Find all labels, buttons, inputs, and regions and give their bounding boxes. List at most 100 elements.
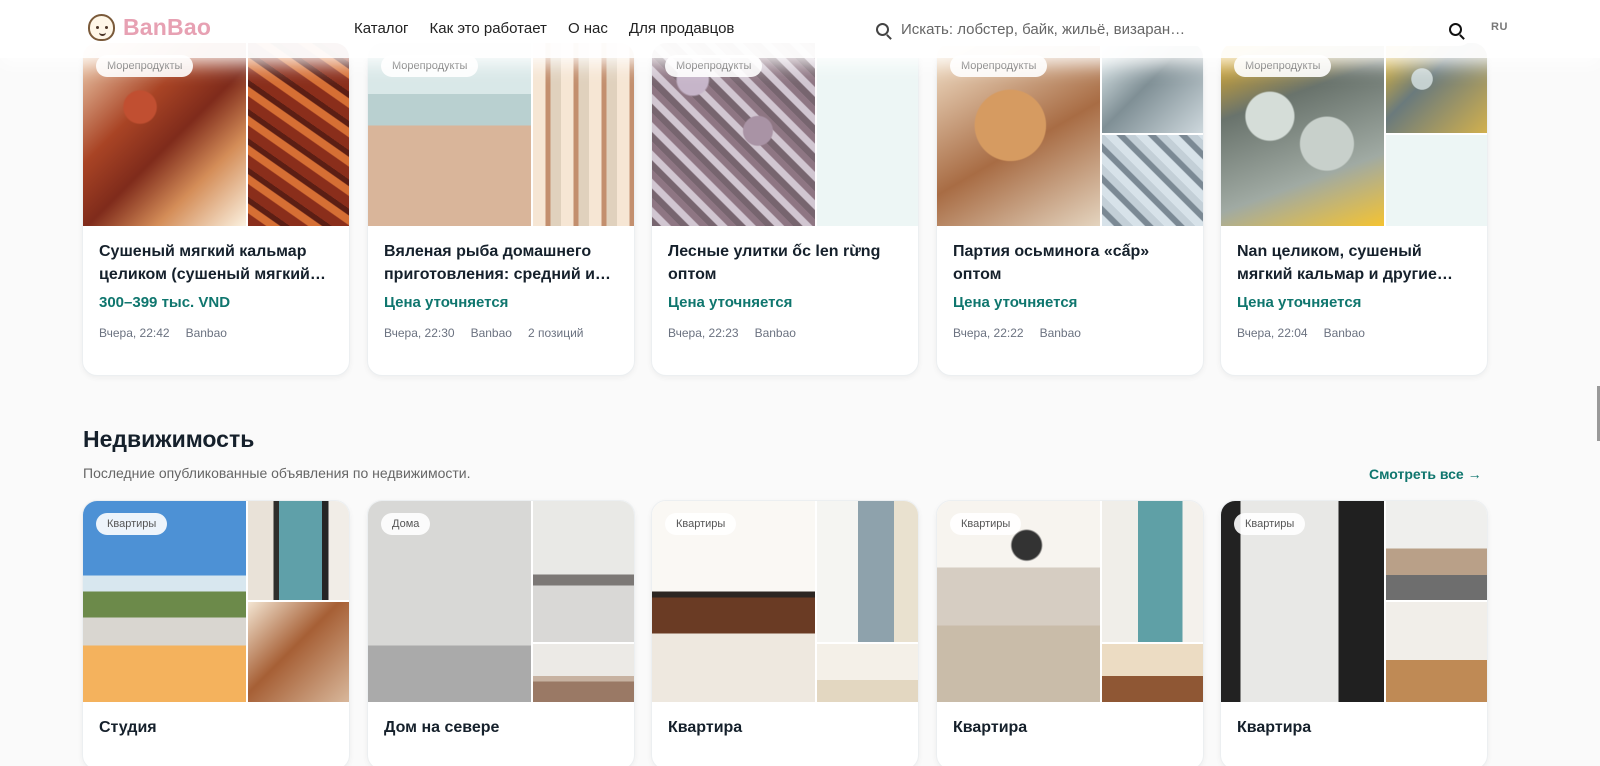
listing-meta: Вчера, 22:30 Banbao 2 позиций: [384, 326, 618, 340]
property-card[interactable]: Дома Дом на севере: [367, 500, 635, 766]
listing-card[interactable]: Морепродукты Сушеный мягкий кальмар цели…: [82, 42, 350, 376]
nav-how-it-works[interactable]: Как это работает: [430, 20, 547, 37]
listing-seller: Banbao: [754, 326, 796, 340]
site-header: BanBao Каталог Как это работает О нас Дл…: [0, 0, 1600, 58]
listing-time: Вчера, 22:30: [384, 326, 455, 340]
listing-card-body: Вяленая рыба домашнего приготовления: ср…: [368, 226, 634, 355]
listing-side-placeholder: [817, 43, 918, 226]
listing-price: Цена уточняется: [1237, 294, 1362, 311]
listing-seller: Banbao: [1323, 326, 1365, 340]
listing-photo-grid[interactable]: Морепродукты: [652, 43, 918, 226]
nav-about[interactable]: О нас: [568, 20, 608, 37]
page: BanBao Каталог Как это работает О нас Дл…: [0, 0, 1600, 766]
listing-price: Цена уточняется: [668, 294, 793, 311]
listing-meta: Вчера, 22:23 Banbao: [668, 326, 902, 340]
property-title[interactable]: Квартира: [953, 716, 1187, 739]
property-photo-grid[interactable]: Квартиры: [1221, 501, 1487, 702]
search-submit-icon[interactable]: [1449, 22, 1462, 36]
listing-card[interactable]: Морепродукты Партия осьминога «сấp» опто…: [936, 42, 1204, 376]
listing-seller: Banbao: [185, 326, 227, 340]
property-photo-grid[interactable]: Квартиры: [652, 501, 918, 702]
property-photo-grid[interactable]: Квартиры: [937, 501, 1203, 702]
property-card-body: Квартира: [652, 702, 918, 754]
logo-link[interactable]: BanBao: [88, 14, 211, 41]
language-switcher[interactable]: RU: [1491, 21, 1508, 33]
listing-title[interactable]: Сушеный мягкий кальмар целиком (сушеный …: [99, 240, 333, 286]
section-title: Недвижимость: [83, 426, 255, 452]
nav-for-sellers[interactable]: Для продавцов: [629, 20, 734, 37]
property-side-photo-bottom: [533, 644, 634, 702]
property-side-photo-top: [1102, 501, 1203, 642]
category-badge: Квартиры: [96, 513, 168, 535]
property-title[interactable]: Студия: [99, 716, 333, 739]
listing-title[interactable]: Nan целиком, сушеный мягкий кальмар и др…: [1237, 240, 1471, 286]
listing-title[interactable]: Вяленая рыба домашнего приготовления: ср…: [384, 240, 618, 286]
property-title[interactable]: Квартира: [1237, 716, 1471, 739]
listing-time: Вчера, 22:04: [1237, 326, 1308, 340]
listing-photo-grid[interactable]: Морепродукты: [83, 43, 349, 226]
category-badge: Морепродукты: [381, 55, 479, 77]
listing-side-photo-bottom: [1102, 135, 1203, 226]
listing-time: Вчера, 22:23: [668, 326, 739, 340]
listing-title[interactable]: Партия осьминога «сấp» оптом: [953, 240, 1187, 286]
listing-seller: Banbao: [1039, 326, 1081, 340]
bao-logo-icon: [88, 14, 115, 41]
section-subtitle: Последние опубликованные объявления по н…: [83, 465, 471, 481]
property-photo-grid[interactable]: Дома: [368, 501, 634, 702]
property-side-photo-bottom: [248, 602, 349, 702]
property-photo-grid[interactable]: Квартиры: [83, 501, 349, 702]
property-title[interactable]: Квартира: [668, 716, 902, 739]
listing-card-body: Лесные улитки ốc len rừng оптом Цена уто…: [652, 226, 918, 355]
listing-card-body: Партия осьминога «сấp» оптом Цена уточня…: [937, 226, 1203, 355]
category-badge: Дома: [381, 513, 431, 535]
category-badge: Квартиры: [950, 513, 1022, 535]
property-side-photo-top: [533, 501, 634, 642]
listing-card[interactable]: Морепродукты Вяленая рыба домашнего приг…: [367, 42, 635, 376]
listing-card[interactable]: Морепродукты Nan целиком, сушеный мягкий…: [1220, 42, 1488, 376]
listing-photo-grid[interactable]: Морепродукты: [368, 43, 634, 226]
category-badge: Морепродукты: [96, 55, 194, 77]
property-card[interactable]: Квартиры Квартира: [936, 500, 1204, 766]
see-all-link[interactable]: Смотреть все →: [1369, 466, 1482, 482]
listing-time: Вчера, 22:42: [99, 326, 170, 340]
listing-card[interactable]: Морепродукты Лесные улитки ốc len rừng о…: [651, 42, 919, 376]
property-side-photo-top: [817, 501, 918, 642]
main-nav: Каталог Как это работает О нас Для прода…: [354, 20, 734, 37]
category-badge: Морепродукты: [950, 55, 1048, 77]
listing-item-count: 2 позиций: [527, 326, 584, 340]
property-side-photo-bottom: [1102, 644, 1203, 702]
property-card-body: Студия: [83, 702, 349, 754]
property-card[interactable]: Квартиры Квартира: [1220, 500, 1488, 766]
search-bar: [863, 12, 1475, 46]
property-side-photo-bottom: [817, 644, 918, 702]
logo-text: BanBao: [123, 14, 212, 40]
property-card-body: Квартира: [1221, 702, 1487, 754]
listing-price: 300–399 тыс. VND: [99, 294, 231, 311]
property-side-photo-top: [248, 501, 349, 600]
nav-catalog[interactable]: Каталог: [354, 20, 409, 37]
category-badge: Квартиры: [1234, 513, 1306, 535]
listing-meta: Вчера, 22:42 Banbao: [99, 326, 333, 340]
search-icon: [876, 22, 889, 36]
listing-card-body: Сушеный мягкий кальмар целиком (сушеный …: [83, 226, 349, 355]
listing-photo-grid[interactable]: Морепродукты: [937, 43, 1203, 226]
property-title[interactable]: Дом на севере: [384, 716, 618, 739]
category-badge: Квартиры: [665, 513, 737, 535]
category-badge: Морепродукты: [665, 55, 763, 77]
property-card-body: Квартира: [937, 702, 1203, 754]
listing-card-body: Nan целиком, сушеный мягкий кальмар и др…: [1221, 226, 1487, 355]
property-card-body: Дом на севере: [368, 702, 634, 754]
property-side-photo-top: [1386, 501, 1487, 600]
listing-price: Цена уточняется: [953, 294, 1078, 311]
property-card[interactable]: Квартиры Квартира: [651, 500, 919, 766]
listing-side-placeholder: [1386, 135, 1487, 226]
listing-side-photo: [533, 43, 634, 226]
search-input[interactable]: [901, 15, 1426, 43]
property-side-photo-bottom: [1386, 602, 1487, 702]
property-card[interactable]: Квартиры Студия: [82, 500, 350, 766]
listing-title[interactable]: Лесные улитки ốc len rừng оптом: [668, 240, 902, 286]
category-badge: Морепродукты: [1234, 55, 1332, 77]
listing-meta: Вчера, 22:22 Banbao: [953, 326, 1187, 340]
listing-photo-grid[interactable]: Морепродукты: [1221, 43, 1487, 226]
listing-seller: Banbao: [470, 326, 512, 340]
